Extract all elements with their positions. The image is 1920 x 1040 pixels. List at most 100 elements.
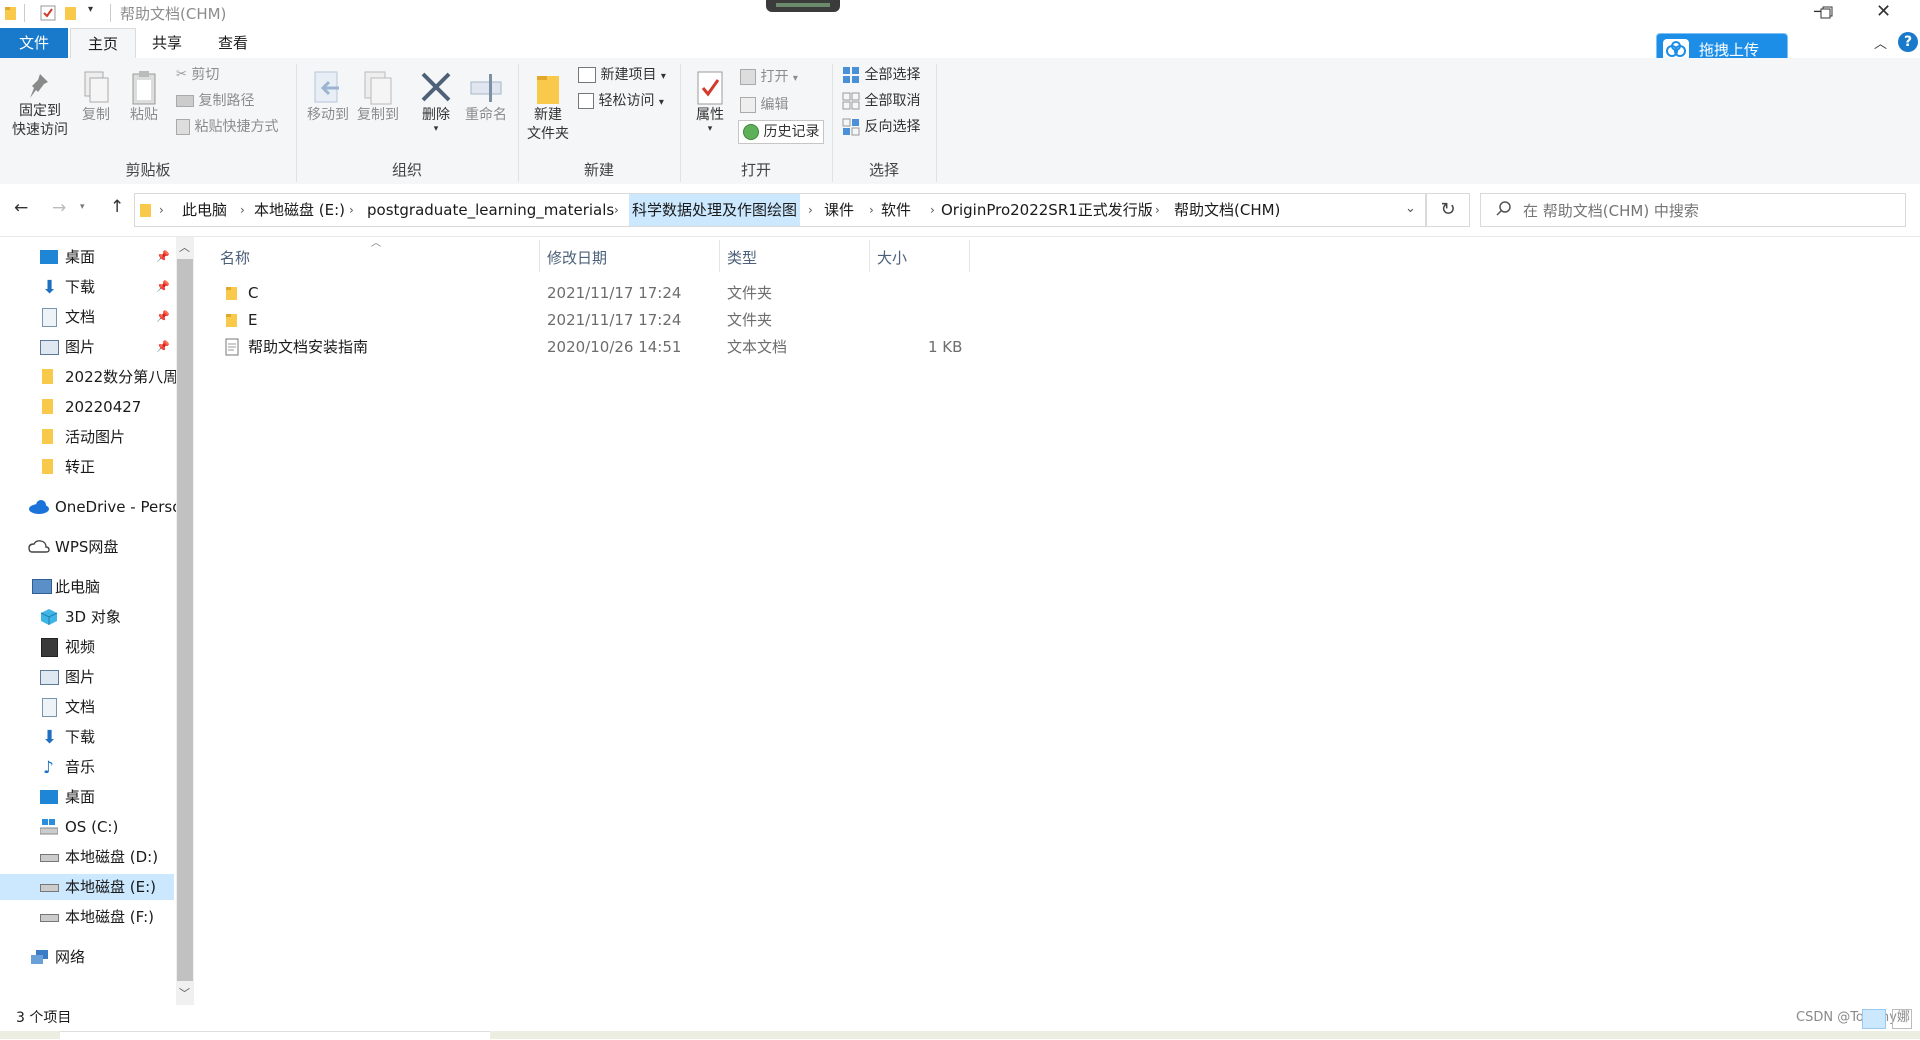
file-row[interactable]: C 2021/11/17 17:24 文件夹	[214, 280, 974, 306]
recent-locations-chevron-icon[interactable]: ▾	[80, 202, 85, 212]
column-header-name[interactable]: 名称	[220, 246, 250, 270]
address-bar[interactable]: › 此电脑 › 本地磁盘 (E:) › postgraduate_learnin…	[134, 193, 1426, 227]
breadcrumb-postgraduate[interactable]: postgraduate_learning_materials	[367, 194, 614, 226]
breadcrumb-chevron-icon[interactable]: ›	[614, 194, 619, 226]
breadcrumb-chevron-icon[interactable]: ›	[159, 194, 164, 226]
nav-item-pictures-pc[interactable]: 图片	[0, 664, 176, 690]
nav-item-this-pc[interactable]: 此电脑	[0, 574, 176, 600]
nav-item-drive-e-selected[interactable]: 本地磁盘 (E:)	[0, 874, 174, 900]
column-header-type[interactable]: 类型	[727, 246, 757, 270]
nav-item-desktop-pc[interactable]: 桌面	[0, 784, 176, 810]
properties-quick-icon[interactable]	[40, 5, 56, 21]
breadcrumb-science-data[interactable]: 科学数据处理及作图绘图	[629, 194, 801, 226]
pin-icon[interactable]: 📌	[156, 274, 170, 300]
column-header-size[interactable]: 大小	[877, 246, 907, 270]
nav-item-onedrive[interactable]: OneDrive - Personal	[0, 494, 176, 520]
collapse-ribbon-chevron-icon[interactable]: ︿	[1874, 33, 1887, 52]
column-divider[interactable]	[719, 240, 720, 272]
nav-item-documents[interactable]: 文档 📌	[0, 304, 176, 330]
breadcrumb-chevron-icon[interactable]: ›	[1155, 194, 1160, 226]
new-folder-button[interactable]: 新建 文件夹	[524, 70, 572, 144]
breadcrumb-courseware[interactable]: 课件	[824, 194, 854, 226]
file-row[interactable]: 帮助文档安装指南 2020/10/26 14:51 文本文档 1 KB	[214, 334, 974, 360]
nav-item-folder-20220427[interactable]: 20220427	[0, 394, 176, 420]
tab-view[interactable]: 查看	[206, 28, 260, 58]
nav-item-os-c[interactable]: OS (C:)	[0, 814, 176, 840]
scroll-up-chevron-icon[interactable]: ︿	[179, 239, 190, 255]
pin-icon[interactable]: 📌	[156, 304, 170, 330]
tab-home[interactable]: 主页	[70, 28, 136, 59]
nav-item-downloads[interactable]: ⬇ 下载 📌	[0, 274, 176, 300]
column-header-date[interactable]: 修改日期	[547, 246, 607, 270]
tab-file[interactable]: 文件	[0, 28, 68, 58]
nav-item-network[interactable]: 网络	[0, 944, 176, 970]
column-divider[interactable]	[969, 240, 970, 272]
paste-shortcut-button[interactable]: 粘贴快捷方式	[176, 116, 278, 138]
details-view-icon[interactable]	[1862, 1009, 1886, 1029]
customize-toolbar-chevron-icon[interactable]: ▾	[88, 4, 93, 15]
scrollbar-thumb[interactable]	[177, 259, 193, 981]
delete-dropdown-chevron-icon[interactable]: ▾	[414, 125, 458, 134]
nav-item-videos[interactable]: 视频	[0, 634, 176, 660]
help-icon[interactable]: ?	[1898, 32, 1918, 52]
invert-selection-button[interactable]: 反向选择	[842, 116, 920, 138]
new-item-button[interactable]: 新建项目 ▾	[578, 64, 666, 86]
nav-item-desktop[interactable]: 桌面 📌	[0, 244, 176, 270]
nav-item-pictures[interactable]: 图片 📌	[0, 334, 176, 360]
refresh-icon[interactable]: ↻	[1426, 193, 1470, 227]
breadcrumb-chevron-icon[interactable]: ›	[930, 194, 935, 226]
nav-scrollbar[interactable]: ︿ ﹀	[176, 237, 194, 1005]
copy-path-button[interactable]: 复制路径	[176, 90, 254, 112]
select-all-button[interactable]: 全部选择	[842, 64, 920, 86]
large-icons-view-icon[interactable]	[1892, 1009, 1912, 1029]
cut-button[interactable]: ✂ 剪切	[176, 64, 219, 86]
delete-button[interactable]: 删除 ▾	[414, 70, 458, 134]
nav-item-wps[interactable]: WPS网盘	[0, 534, 176, 560]
column-divider[interactable]	[539, 240, 540, 272]
paste-button[interactable]: 粘贴	[124, 70, 164, 125]
pin-icon[interactable]: 📌	[156, 244, 170, 270]
tab-share[interactable]: 共享	[140, 28, 194, 58]
back-arrow-icon[interactable]: ←	[14, 198, 28, 218]
edit-button[interactable]: 编辑	[740, 94, 788, 116]
properties-dropdown-chevron-icon[interactable]: ▾	[688, 125, 732, 134]
easy-access-button[interactable]: 轻松访问 ▾	[578, 90, 664, 112]
nav-item-folder-regular[interactable]: 转正	[0, 454, 176, 480]
move-to-button[interactable]: 移动到	[304, 70, 352, 125]
restore-button[interactable]	[1820, 2, 1834, 19]
history-button[interactable]: 历史记录	[738, 120, 825, 144]
nav-item-folder-week8[interactable]: 2022数分第八周	[0, 364, 176, 390]
open-button[interactable]: 打开 ▾	[740, 66, 798, 88]
pin-icon[interactable]: 📌	[156, 334, 170, 360]
breadcrumb-help-chm[interactable]: 帮助文档(CHM)	[1174, 194, 1280, 226]
nav-item-music[interactable]: ♪ 音乐	[0, 754, 176, 780]
breadcrumb-chevron-icon[interactable]: ›	[808, 194, 813, 226]
nav-item-drive-f[interactable]: 本地磁盘 (F:)	[0, 904, 176, 930]
nav-item-drive-d[interactable]: 本地磁盘 (D:)	[0, 844, 176, 870]
close-button[interactable]: ✕	[1876, 1, 1891, 22]
column-divider[interactable]	[869, 240, 870, 272]
properties-button[interactable]: 属性 ▾	[688, 70, 732, 134]
search-input[interactable]	[1521, 196, 1895, 226]
address-dropdown-chevron-icon[interactable]: ⌄	[1405, 201, 1416, 216]
rename-button[interactable]: 重命名	[462, 70, 510, 125]
breadcrumb-drive-e[interactable]: 本地磁盘 (E:)	[254, 194, 345, 226]
forward-arrow-icon[interactable]: →	[52, 198, 66, 218]
copy-to-button[interactable]: 复制到	[354, 70, 402, 125]
file-row[interactable]: E 2021/11/17 17:24 文件夹	[214, 307, 974, 333]
nav-item-downloads-pc[interactable]: ⬇ 下载	[0, 724, 176, 750]
search-box[interactable]	[1480, 193, 1906, 227]
breadcrumb-software[interactable]: 软件	[881, 194, 911, 226]
breadcrumb-this-pc[interactable]: 此电脑	[182, 194, 227, 226]
pin-to-quick-access-button[interactable]: 固定到 快速访问	[6, 70, 74, 140]
new-folder-quick-icon[interactable]	[64, 5, 78, 21]
scroll-down-chevron-icon[interactable]: ﹀	[179, 985, 190, 1001]
nav-item-folder-activity[interactable]: 活动图片	[0, 424, 176, 450]
breadcrumb-chevron-icon[interactable]: ›	[240, 194, 245, 226]
nav-item-documents-pc[interactable]: 文档	[0, 694, 176, 720]
nav-item-3d-objects[interactable]: 3D 对象	[0, 604, 176, 630]
remote-control-bar[interactable]	[766, 0, 840, 12]
copy-button[interactable]: 复制	[76, 70, 116, 125]
up-arrow-icon[interactable]: ↑	[110, 197, 124, 217]
breadcrumb-chevron-icon[interactable]: ›	[869, 194, 874, 226]
